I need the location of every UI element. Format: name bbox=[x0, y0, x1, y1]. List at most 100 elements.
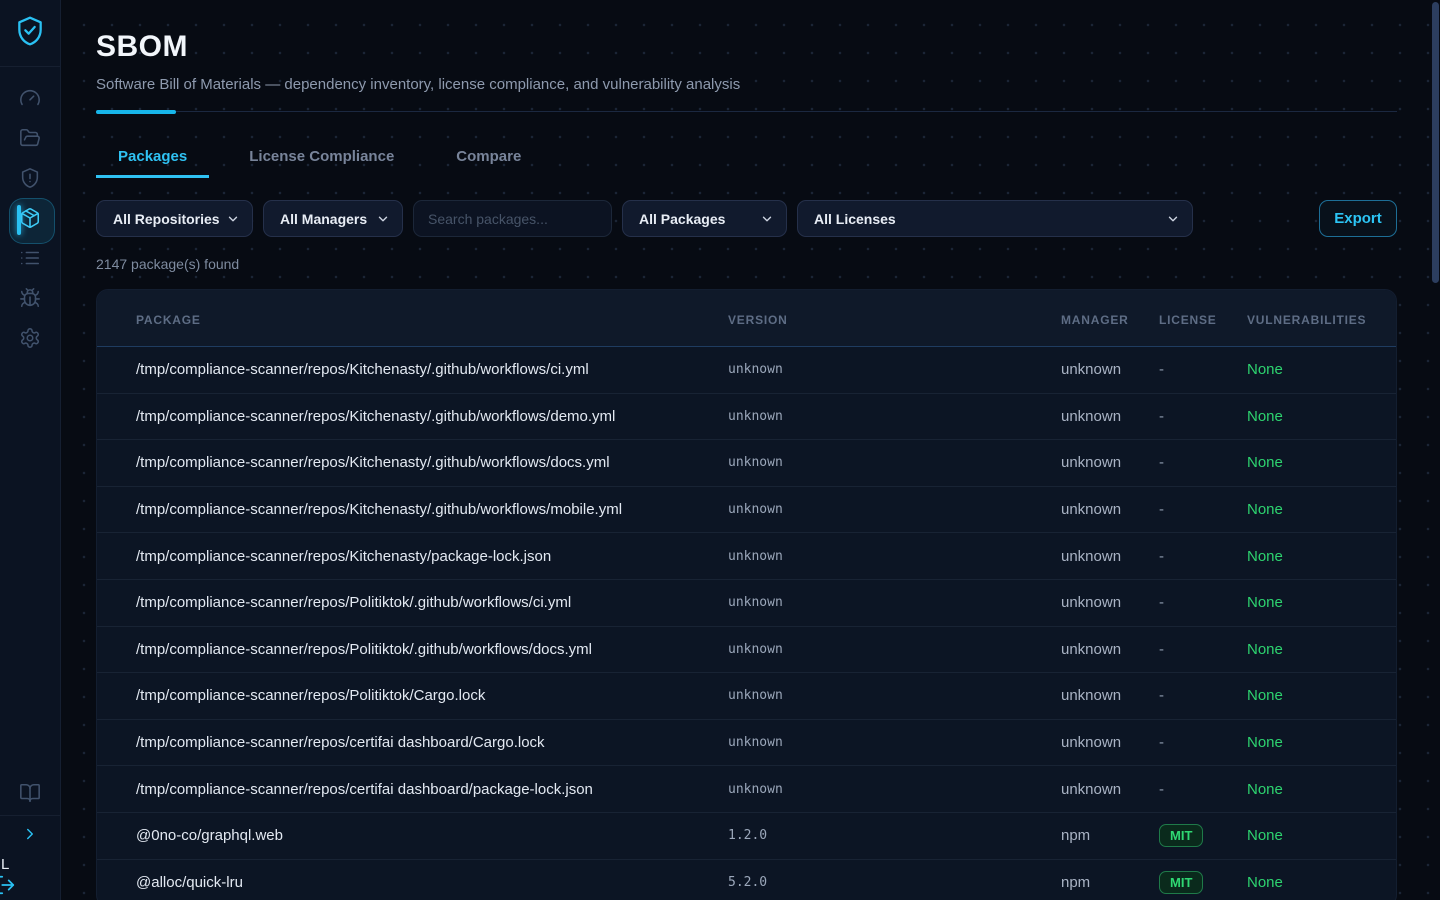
package-manager: unknown bbox=[1061, 501, 1159, 518]
sidebar bbox=[0, 0, 61, 900]
repository-filter-value: All Repositories bbox=[113, 211, 220, 227]
package-vulnerabilities: None bbox=[1247, 641, 1396, 658]
package-license: - bbox=[1159, 781, 1247, 798]
export-button[interactable]: Export bbox=[1319, 200, 1397, 237]
package-vulnerabilities: None bbox=[1247, 874, 1396, 891]
license-value: - bbox=[1159, 501, 1164, 518]
table-row[interactable]: @0no-co/graphql.web 1.2.0 npm MIT None bbox=[97, 813, 1396, 860]
package-vulnerabilities: None bbox=[1247, 454, 1396, 471]
package-version: unknown bbox=[728, 455, 1061, 470]
table-row[interactable]: @alloc/quick-lru 5.2.0 npm MIT None bbox=[97, 860, 1396, 900]
package-version: 5.2.0 bbox=[728, 875, 1061, 890]
package-path: /tmp/compliance-scanner/repos/Politiktok… bbox=[136, 641, 728, 658]
table-row[interactable]: /tmp/compliance-scanner/repos/Kitchenast… bbox=[97, 533, 1396, 580]
package-path: @alloc/quick-lru bbox=[136, 874, 728, 891]
sidebar-item-repositories[interactable] bbox=[0, 120, 60, 160]
sidebar-item-dashboard[interactable] bbox=[0, 80, 60, 120]
package-license: - bbox=[1159, 594, 1247, 611]
package-version: unknown bbox=[728, 642, 1061, 657]
package-path: /tmp/compliance-scanner/repos/Kitchenast… bbox=[136, 501, 728, 518]
app-logo[interactable] bbox=[0, 0, 60, 67]
package-version: unknown bbox=[728, 502, 1061, 517]
package-path: /tmp/compliance-scanner/repos/certifai d… bbox=[136, 781, 728, 798]
package-path: /tmp/compliance-scanner/repos/Kitchenast… bbox=[136, 548, 728, 565]
package-path: /tmp/compliance-scanner/repos/Politiktok… bbox=[136, 594, 728, 611]
license-value: - bbox=[1159, 408, 1164, 425]
package-version: unknown bbox=[728, 688, 1061, 703]
table-row[interactable]: /tmp/compliance-scanner/repos/Politiktok… bbox=[97, 580, 1396, 627]
package-path: /tmp/compliance-scanner/repos/Kitchenast… bbox=[136, 408, 728, 425]
repository-filter-select[interactable]: All Repositories bbox=[96, 200, 253, 237]
package-vulnerabilities: None bbox=[1247, 548, 1396, 565]
sidebar-item-docs[interactable] bbox=[0, 775, 60, 815]
table-row[interactable]: /tmp/compliance-scanner/repos/certifai d… bbox=[97, 720, 1396, 767]
package-path: /tmp/compliance-scanner/repos/Kitchenast… bbox=[136, 454, 728, 471]
package-vulnerabilities: None bbox=[1247, 781, 1396, 798]
package-manager: unknown bbox=[1061, 454, 1159, 471]
sidebar-item-sbom[interactable] bbox=[0, 200, 60, 240]
table-row[interactable]: /tmp/compliance-scanner/repos/Politiktok… bbox=[97, 673, 1396, 720]
sidebar-item-settings[interactable] bbox=[0, 320, 60, 360]
column-header-version: VERSION bbox=[728, 313, 1061, 327]
table-row[interactable]: /tmp/compliance-scanner/repos/Kitchenast… bbox=[97, 394, 1396, 441]
package-icon bbox=[19, 207, 41, 234]
package-vulnerabilities: None bbox=[1247, 687, 1396, 704]
table-row[interactable]: /tmp/compliance-scanner/repos/Kitchenast… bbox=[97, 487, 1396, 534]
package-version: unknown bbox=[728, 595, 1061, 610]
table-row[interactable]: /tmp/compliance-scanner/repos/Politiktok… bbox=[97, 627, 1396, 674]
table-row[interactable]: /tmp/compliance-scanner/repos/certifai d… bbox=[97, 766, 1396, 813]
package-manager: unknown bbox=[1061, 734, 1159, 751]
tab-compare[interactable]: Compare bbox=[434, 138, 543, 178]
vertical-scrollbar[interactable] bbox=[1432, 2, 1439, 283]
package-license: - bbox=[1159, 501, 1247, 518]
package-license: - bbox=[1159, 687, 1247, 704]
manager-filter-select[interactable]: All Managers bbox=[263, 200, 403, 237]
logout-icon[interactable] bbox=[0, 874, 16, 900]
packages-table: PACKAGE VERSION MANAGER LICENSE VULNERAB… bbox=[96, 289, 1397, 900]
page-title: SBOM bbox=[96, 30, 1397, 64]
tab-license-compliance[interactable]: License Compliance bbox=[227, 138, 416, 178]
package-version: unknown bbox=[728, 409, 1061, 424]
bug-icon bbox=[19, 287, 41, 314]
shield-alert-icon bbox=[19, 167, 41, 194]
sidebar-item-security[interactable] bbox=[0, 160, 60, 200]
package-filter-select[interactable]: All Packages bbox=[622, 200, 787, 237]
folder-icon bbox=[19, 127, 41, 154]
shield-check-icon bbox=[14, 15, 46, 52]
manager-filter-value: All Managers bbox=[280, 211, 367, 227]
package-path: /tmp/compliance-scanner/repos/Kitchenast… bbox=[136, 361, 728, 378]
tab-packages[interactable]: Packages bbox=[96, 138, 209, 178]
package-version: unknown bbox=[728, 362, 1061, 377]
license-value: - bbox=[1159, 781, 1164, 798]
package-manager: unknown bbox=[1061, 594, 1159, 611]
page-subtitle: Software Bill of Materials — dependency … bbox=[96, 76, 1397, 93]
table-row[interactable]: /tmp/compliance-scanner/repos/Kitchenast… bbox=[97, 440, 1396, 487]
logout-tooltip-text: L bbox=[1, 856, 9, 873]
sidebar-item-vulnerabilities[interactable] bbox=[0, 280, 60, 320]
sidebar-item-inventory[interactable] bbox=[0, 240, 60, 280]
package-vulnerabilities: None bbox=[1247, 734, 1396, 751]
book-icon bbox=[19, 782, 41, 809]
header-divider bbox=[96, 110, 1397, 114]
package-license: MIT bbox=[1159, 871, 1247, 894]
package-manager: npm bbox=[1061, 827, 1159, 844]
column-header-manager: MANAGER bbox=[1061, 313, 1159, 327]
license-value: - bbox=[1159, 548, 1164, 565]
table-row[interactable]: /tmp/compliance-scanner/repos/Kitchenast… bbox=[97, 347, 1396, 394]
sidebar-nav bbox=[0, 80, 60, 360]
chevron-down-icon bbox=[376, 212, 390, 226]
package-license: - bbox=[1159, 361, 1247, 378]
filter-bar: All Repositories All Managers All Packag… bbox=[96, 200, 1397, 237]
license-value: - bbox=[1159, 454, 1164, 471]
search-input[interactable] bbox=[413, 200, 612, 237]
license-filter-select[interactable]: All Licenses bbox=[797, 200, 1193, 237]
package-manager: unknown bbox=[1061, 781, 1159, 798]
package-license: - bbox=[1159, 734, 1247, 751]
tab-bar: Packages License Compliance Compare bbox=[96, 138, 1397, 178]
chevron-down-icon bbox=[226, 212, 240, 226]
package-manager: unknown bbox=[1061, 361, 1159, 378]
sidebar-collapse-button[interactable] bbox=[0, 816, 60, 856]
license-value: - bbox=[1159, 641, 1164, 658]
license-value: - bbox=[1159, 594, 1164, 611]
package-license: - bbox=[1159, 454, 1247, 471]
